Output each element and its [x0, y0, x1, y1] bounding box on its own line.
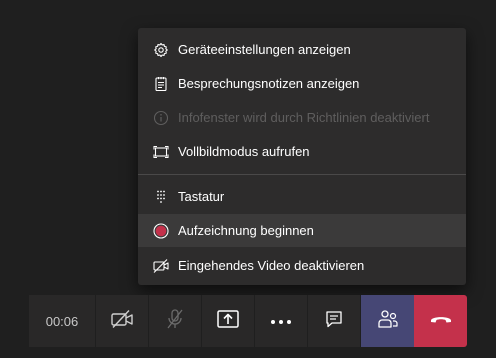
chat-icon	[324, 309, 344, 334]
menu-item-label: Eingehendes Video deaktivieren	[178, 258, 365, 273]
hang-up-button[interactable]	[414, 295, 467, 347]
share-screen-icon	[216, 308, 240, 335]
call-timer: 00:06	[29, 295, 96, 347]
meeting-stage: Geräteeinstellungen anzeigen Besprechung…	[0, 0, 496, 358]
menu-item-label: Geräteeinstellungen anzeigen	[178, 42, 351, 57]
camera-toggle-button[interactable]	[96, 295, 149, 347]
share-screen-button[interactable]	[202, 295, 255, 347]
menu-item-label: Vollbildmodus aufrufen	[178, 144, 310, 159]
menu-item-device-settings[interactable]: Geräteeinstellungen anzeigen	[138, 33, 466, 66]
menu-divider	[138, 174, 466, 175]
menu-item-disable-incoming-video[interactable]: Eingehendes Video deaktivieren	[138, 249, 466, 282]
participants-icon	[377, 308, 399, 335]
camera-off-icon	[110, 309, 134, 334]
menu-item-label: Infofenster wird durch Richtlinien deakt…	[178, 110, 430, 125]
chat-button[interactable]	[308, 295, 361, 347]
more-actions-button[interactable]	[255, 295, 308, 347]
menu-item-meeting-notes[interactable]: Besprechungsnotizen anzeigen	[138, 67, 466, 100]
menu-item-label: Tastatur	[178, 189, 225, 204]
gear-icon	[153, 42, 169, 58]
mic-toggle-button[interactable]	[149, 295, 202, 347]
notes-icon	[153, 76, 169, 92]
mic-off-icon	[165, 308, 185, 335]
menu-item-label: Aufzeichnung beginnen	[178, 223, 314, 238]
video-off-icon	[153, 258, 169, 274]
record-icon	[153, 222, 169, 239]
info-icon	[153, 110, 169, 126]
hang-up-icon	[429, 312, 453, 330]
fullscreen-icon	[153, 144, 169, 160]
keypad-icon	[153, 189, 169, 205]
menu-item-fullscreen[interactable]: Vollbildmodus aufrufen	[138, 135, 466, 168]
more-options-menu: Geräteeinstellungen anzeigen Besprechung…	[138, 28, 466, 285]
more-icon	[270, 312, 292, 330]
menu-item-label: Besprechungsnotizen anzeigen	[178, 76, 360, 91]
call-controls-bar: 00:06	[29, 295, 467, 347]
menu-item-info-pane-disabled: Infofenster wird durch Richtlinien deakt…	[138, 101, 466, 134]
participants-button[interactable]	[361, 295, 414, 347]
menu-item-start-recording[interactable]: Aufzeichnung beginnen	[138, 214, 466, 247]
menu-item-keypad[interactable]: Tastatur	[138, 180, 466, 213]
